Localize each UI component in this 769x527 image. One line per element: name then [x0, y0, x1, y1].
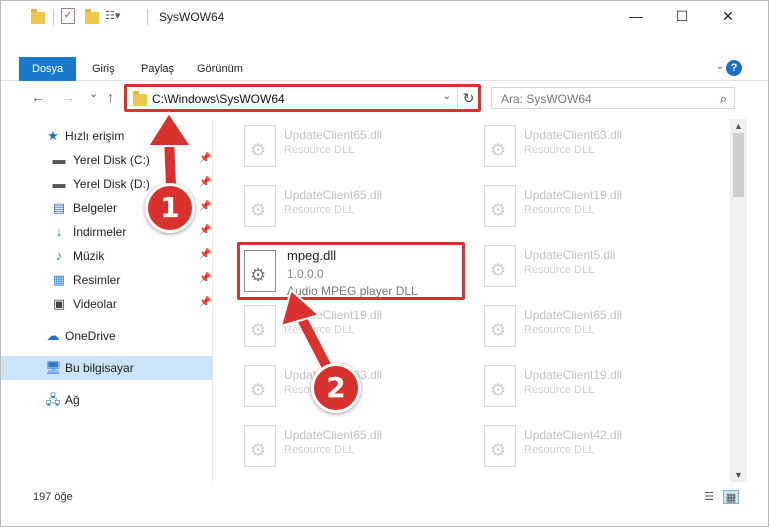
explorer-window: ✓ ☷▾ SysWOW64 — ☐ ✕ Dosya Giriş Paylaş G… [0, 0, 769, 527]
arrow-two-shaft [296, 314, 334, 374]
callout-arrows [146, 111, 334, 374]
callout-badge-one: 1 [145, 183, 195, 233]
arrow-two-head [279, 288, 322, 328]
callout-badge-two: 2 [311, 363, 361, 413]
arrow-one-head [146, 111, 193, 147]
